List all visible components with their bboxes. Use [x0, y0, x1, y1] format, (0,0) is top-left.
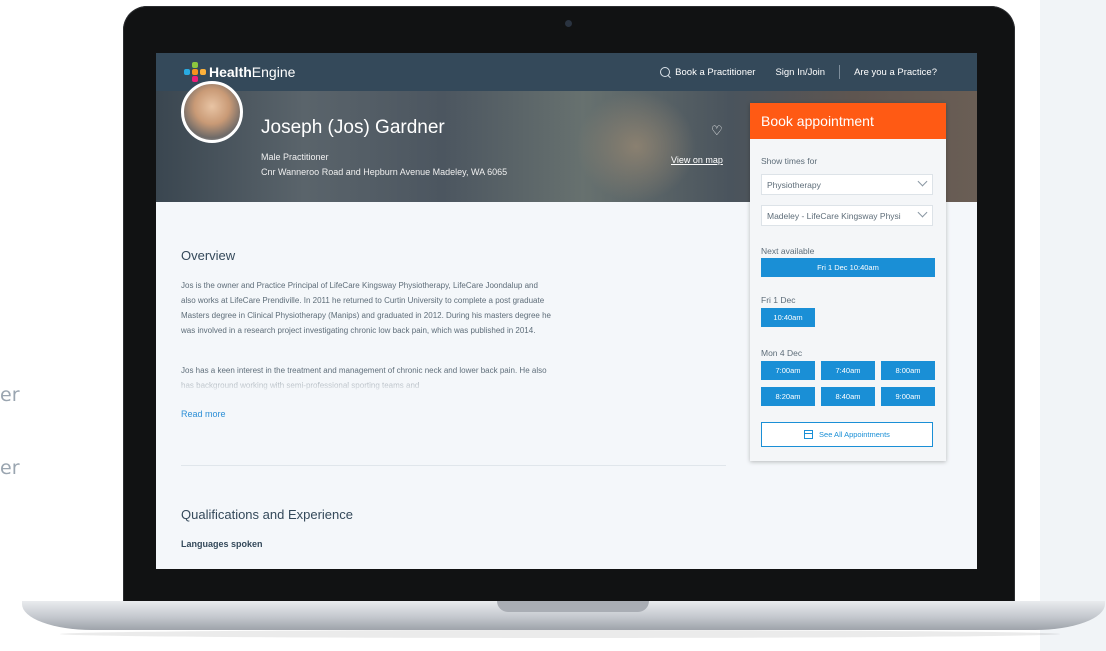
overview-heading: Overview	[181, 248, 236, 263]
time-slot[interactable]: 7:00am	[761, 361, 815, 380]
practitioner-role: Male Practitioner	[261, 152, 329, 162]
time-slot[interactable]: 8:00am	[881, 361, 935, 380]
time-slot[interactable]: 7:40am	[821, 361, 875, 380]
logo-text-light: Engine	[251, 64, 296, 80]
see-all-label: See All Appointments	[819, 430, 890, 439]
languages-label: Languages spoken	[181, 539, 263, 549]
time-slot[interactable]: 8:40am	[821, 387, 875, 406]
avatar	[181, 81, 243, 143]
time-slot[interactable]: 10:40am	[761, 308, 815, 327]
section-divider	[181, 465, 726, 466]
day-label: Fri 1 Dec	[761, 295, 796, 305]
nav-links: Book a Practitioner Sign In/Join Are you…	[660, 53, 937, 91]
chevron-down-icon	[917, 176, 928, 187]
camera-icon	[565, 20, 572, 27]
see-all-appointments-button[interactable]: See All Appointments	[761, 422, 933, 447]
day-label: Mon 4 Dec	[761, 348, 803, 358]
service-value: Physiotherapy	[767, 180, 821, 190]
chevron-down-icon	[917, 207, 928, 218]
next-available-slot[interactable]: Fri 1 Dec 10:40am	[761, 258, 935, 277]
text-fade	[176, 371, 566, 393]
booking-panel: Book appointment Show times for Physioth…	[750, 103, 946, 461]
top-navbar: HealthEngine Book a Practitioner Sign In…	[156, 53, 977, 91]
booking-title: Book appointment	[761, 113, 874, 129]
favourite-heart-icon[interactable]: ♡	[711, 123, 723, 139]
browser-screen: HealthEngine Book a Practitioner Sign In…	[156, 53, 977, 569]
background-panel	[1040, 0, 1106, 651]
location-value: Madeley - LifeCare Kingsway Physi	[767, 211, 901, 221]
time-slot[interactable]: 9:00am	[881, 387, 935, 406]
nav-sign-in[interactable]: Sign In/Join	[775, 67, 825, 78]
healthengine-logo[interactable]: HealthEngine	[184, 62, 295, 82]
next-available-label: Next available	[761, 246, 815, 256]
practitioner-name: Joseph (Jos) Gardner	[261, 117, 445, 138]
overview-paragraph: Jos is the owner and Practice Principal …	[181, 281, 551, 335]
qualifications-heading: Qualifications and Experience	[181, 507, 353, 522]
read-more-link[interactable]: Read more	[181, 409, 226, 419]
side-text-fragment: er	[0, 384, 20, 406]
time-slot[interactable]: 8:20am	[761, 387, 815, 406]
logo-cross-icon	[184, 62, 206, 82]
calendar-icon	[804, 430, 814, 439]
nav-practice[interactable]: Are you a Practice?	[854, 67, 937, 78]
search-icon[interactable]	[660, 67, 671, 77]
laptop-notch	[497, 601, 649, 612]
nav-book-practitioner[interactable]: Book a Practitioner	[675, 67, 755, 78]
show-times-label: Show times for	[761, 156, 818, 166]
logo-text-bold: Health	[209, 64, 252, 80]
side-text-fragment: er	[0, 457, 20, 479]
nav-divider	[839, 65, 841, 79]
view-on-map-link[interactable]: View on map	[671, 155, 723, 165]
location-select[interactable]: Madeley - LifeCare Kingsway Physi	[761, 205, 933, 226]
booking-header: Book appointment	[750, 103, 946, 139]
laptop-shadow	[60, 630, 1060, 638]
service-select[interactable]: Physiotherapy	[761, 174, 933, 195]
practitioner-address: Cnr Wanneroo Road and Hepburn Avenue Mad…	[261, 167, 508, 177]
